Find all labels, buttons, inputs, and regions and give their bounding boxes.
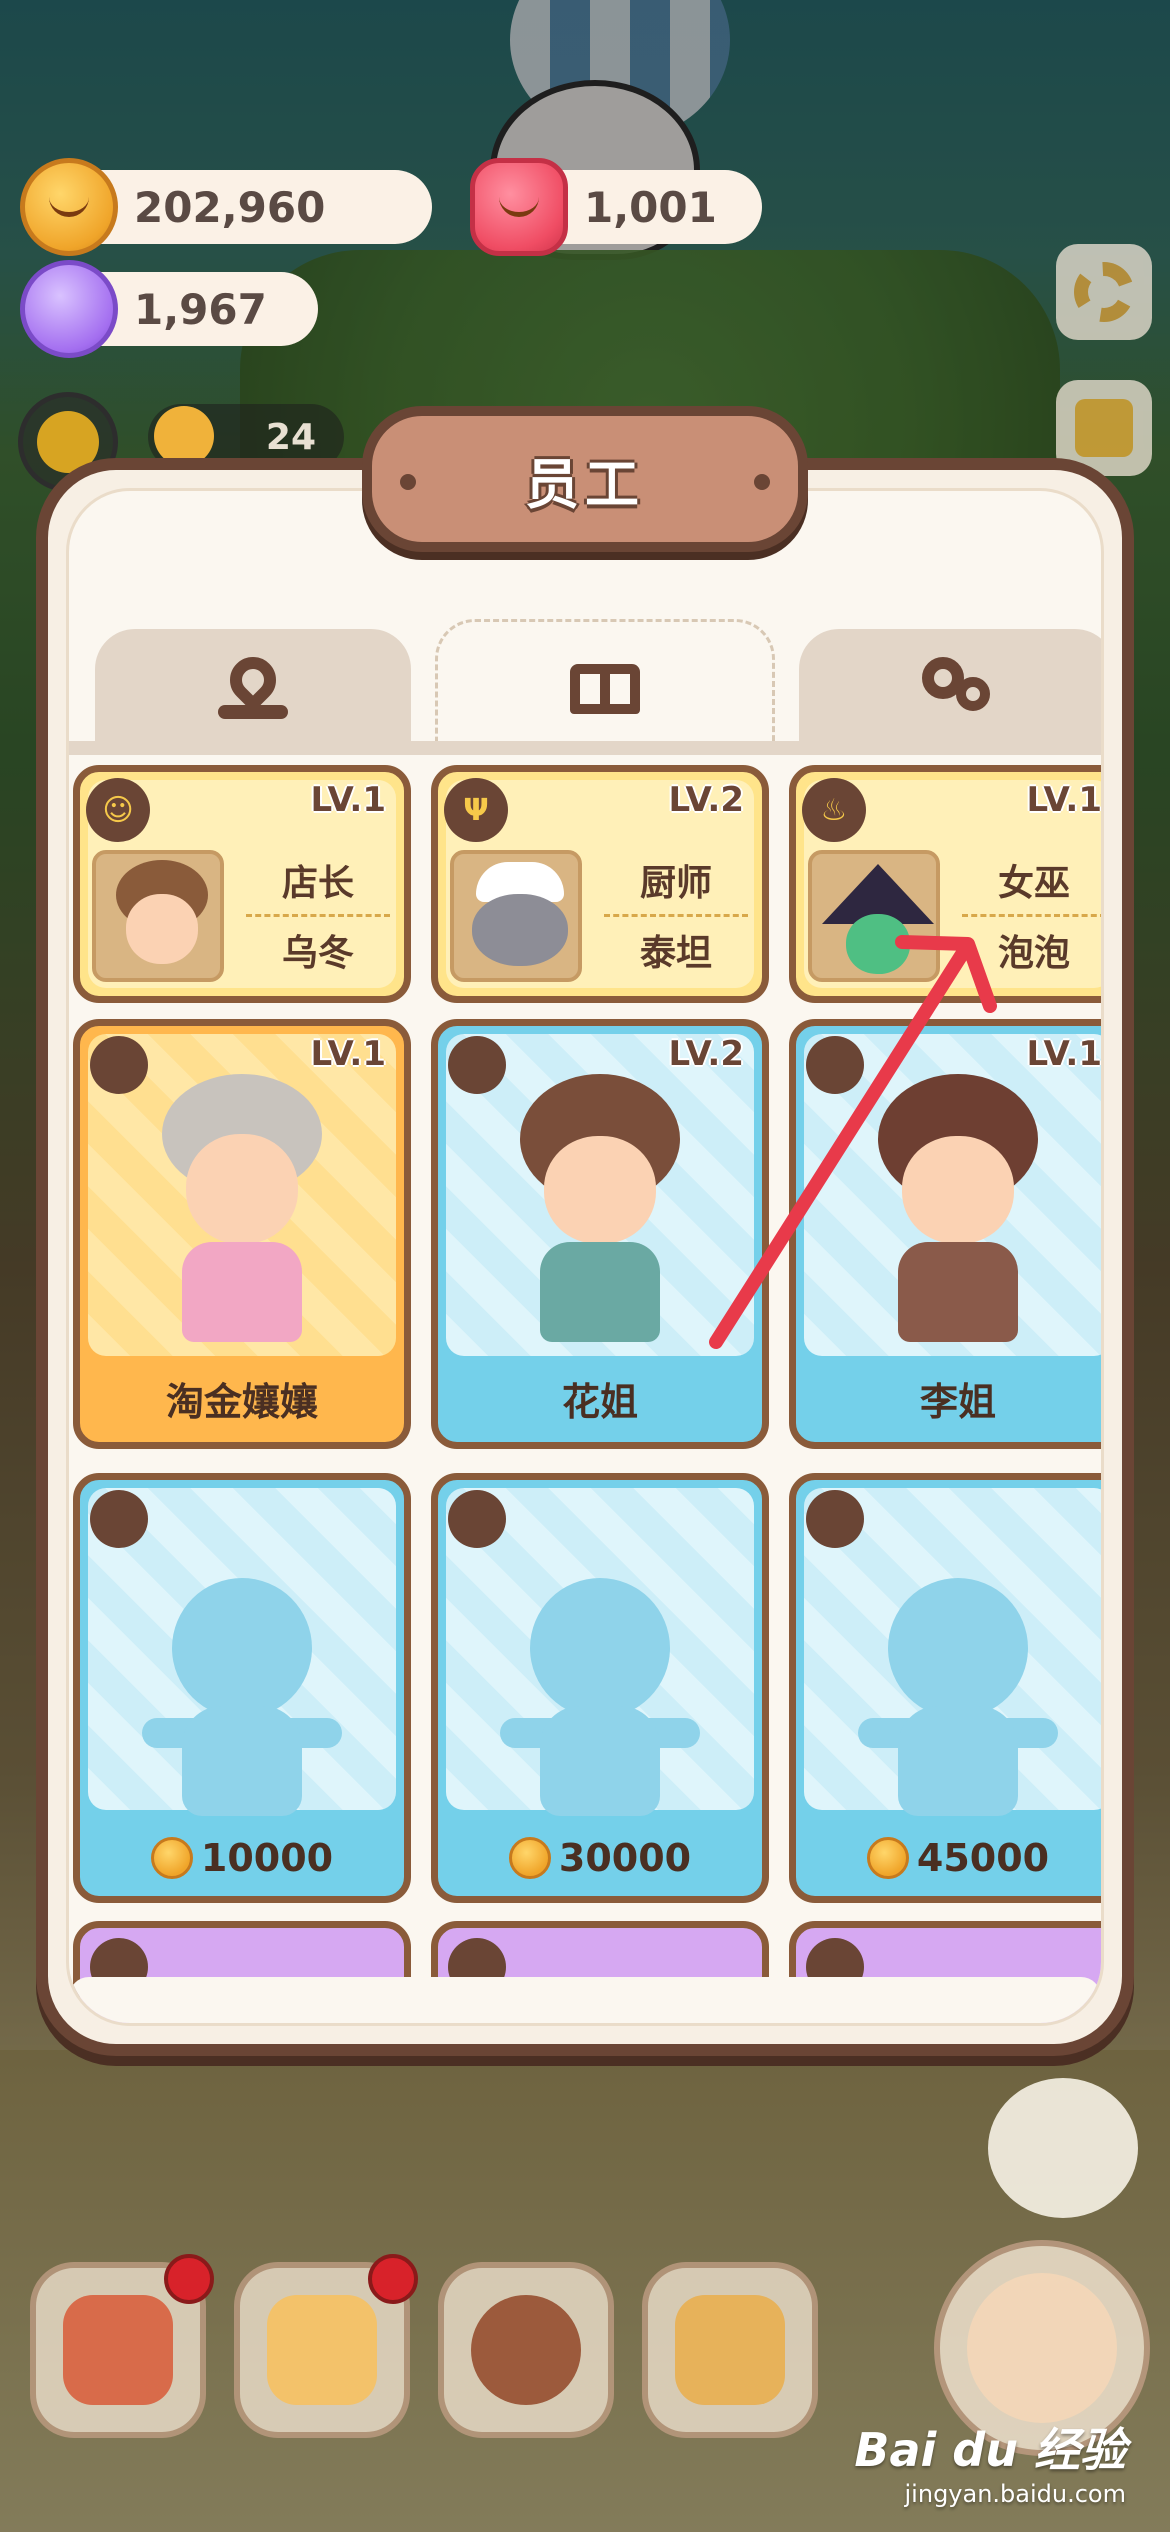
gem-icon xyxy=(470,158,568,256)
tab-skills[interactable] xyxy=(799,629,1101,747)
baidu-watermark: Bai du 经验 jingyan.baidu.com xyxy=(854,2414,1126,2508)
manager-name: 乌冬 xyxy=(281,933,354,974)
staff-name: 李姐 xyxy=(919,1380,996,1424)
unlock-price[interactable]: 10000 xyxy=(80,1836,404,1880)
list-scroll-fade xyxy=(69,1977,1101,2023)
staff-badge xyxy=(90,1490,148,1548)
nav-home-button[interactable] xyxy=(30,2254,214,2438)
staff-card[interactable]: LV.1 李姐 xyxy=(789,1019,1102,1449)
staff-modal-content: ☺ LV.1 店长 乌冬 Ψ LV.2 厨师 泰坦 ♨ LV.1 女巫 泡泡 L… xyxy=(66,488,1104,2026)
watermark-url: jingyan.baidu.com xyxy=(904,2480,1126,2508)
manager-card-witch[interactable]: ♨ LV.1 女巫 泡泡 xyxy=(789,765,1102,1003)
chef-badge-icon: ☺ xyxy=(86,778,150,842)
manager-portrait xyxy=(808,850,940,982)
coin-icon xyxy=(20,158,118,256)
book-icon xyxy=(570,658,640,720)
card-level: LV.2 xyxy=(668,780,745,820)
card-level: LV.1 xyxy=(310,1034,387,1074)
modal-title-plate: 员工 xyxy=(362,406,808,552)
manager-role: 厨师 xyxy=(639,863,712,904)
nav-tasks-button[interactable] xyxy=(234,2254,418,2438)
manager-role: 女巫 xyxy=(997,863,1070,904)
coin-icon xyxy=(866,1837,909,1879)
staff-badge xyxy=(90,1036,148,1094)
staff-name: 花姐 xyxy=(561,1380,638,1424)
manager-name: 泡泡 xyxy=(997,933,1070,974)
card-level: LV.1 xyxy=(1026,780,1102,820)
unlock-price[interactable]: 45000 xyxy=(796,1836,1101,1880)
fork-spoon-icon: Ψ xyxy=(444,778,508,842)
modal-title: 员工 xyxy=(525,452,645,516)
card-level: LV.1 xyxy=(310,780,387,820)
card-level: LV.1 xyxy=(1026,1034,1102,1074)
notebook-icon xyxy=(267,2295,377,2405)
shop-stall-icon xyxy=(675,2295,785,2405)
character-mini-icon xyxy=(154,406,214,466)
candy-icon xyxy=(20,260,118,358)
watermark-brand: Bai du 经验 xyxy=(854,2423,1126,2477)
staff-silhouette xyxy=(500,1578,700,1818)
gem-amount: 1,001 xyxy=(584,182,717,232)
manager-portrait xyxy=(450,850,582,982)
price-value: 45000 xyxy=(916,1836,1050,1880)
coin-icon xyxy=(508,1837,551,1879)
mushroom-house-icon xyxy=(63,2295,173,2405)
manager-name: 泰坦 xyxy=(639,933,712,974)
nav-staff-button[interactable] xyxy=(438,2262,614,2438)
coin-amount: 202,960 xyxy=(134,182,326,232)
staff-name: 淘金孃孃 xyxy=(165,1380,318,1424)
price-value: 30000 xyxy=(558,1836,692,1880)
level-badge-value: 24 xyxy=(265,416,316,458)
character-speech-bubble[interactable] xyxy=(988,2078,1138,2218)
coin-counter[interactable]: 202,960 xyxy=(20,158,432,256)
price-value: 10000 xyxy=(200,1836,334,1880)
staff-badge xyxy=(806,1036,864,1094)
nav-shop-button[interactable] xyxy=(642,2262,818,2438)
coin-icon xyxy=(150,1837,193,1879)
notification-dot xyxy=(368,2254,418,2304)
staff-card[interactable]: LV.2 花姐 xyxy=(431,1019,769,1449)
staff-badge xyxy=(448,1490,506,1548)
manager-card-shop[interactable]: ☺ LV.1 店长 乌冬 xyxy=(73,765,411,1003)
card-level: LV.2 xyxy=(668,1034,745,1074)
map-pin-icon xyxy=(218,647,288,719)
staff-card[interactable]: LV.1 淘金孃孃 xyxy=(73,1019,411,1449)
locked-staff-card[interactable]: 10000 xyxy=(73,1473,411,1903)
gears-icon xyxy=(922,657,992,719)
gear-icon xyxy=(1074,262,1134,322)
manager-role: 店长 xyxy=(281,863,354,904)
notification-dot xyxy=(164,2254,214,2304)
tab-location[interactable] xyxy=(95,629,411,747)
cauldron-icon: ♨ xyxy=(802,778,866,842)
candy-counter[interactable]: 1,967 xyxy=(20,260,318,358)
stamp-icon xyxy=(1075,399,1133,457)
staff-silhouette xyxy=(858,1578,1058,1818)
staff-silhouette xyxy=(142,1578,342,1818)
fish-character-icon xyxy=(967,2273,1117,2423)
candy-amount: 1,967 xyxy=(134,284,267,334)
staff-modal: ☺ LV.1 店长 乌冬 Ψ LV.2 厨师 泰坦 ♨ LV.1 女巫 泡泡 L… xyxy=(36,458,1134,2056)
staff-icon xyxy=(471,2295,581,2405)
locked-staff-card[interactable]: 45000 xyxy=(789,1473,1101,1903)
settings-button[interactable] xyxy=(1056,244,1152,340)
staff-badge xyxy=(806,1490,864,1548)
gem-counter[interactable]: 1,001 xyxy=(470,158,762,256)
locked-staff-card[interactable]: 30000 xyxy=(431,1473,769,1903)
unlock-price[interactable]: 30000 xyxy=(438,1836,762,1880)
tab-staff-book[interactable] xyxy=(435,619,775,755)
manager-card-chef[interactable]: Ψ LV.2 厨师 泰坦 xyxy=(431,765,769,1003)
manager-portrait xyxy=(92,850,224,982)
staff-badge xyxy=(448,1036,506,1094)
tab-underline xyxy=(69,741,1101,755)
